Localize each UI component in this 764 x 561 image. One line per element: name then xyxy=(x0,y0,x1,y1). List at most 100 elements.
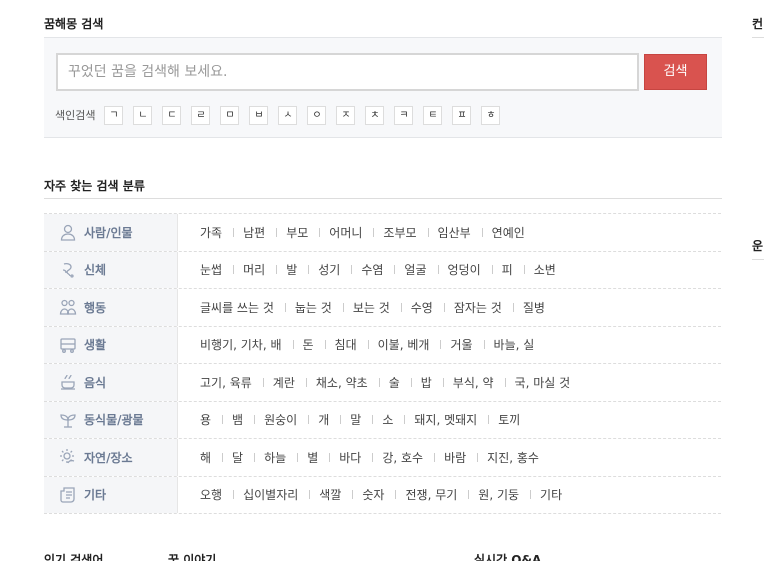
category-header[interactable]: 신체 xyxy=(44,251,178,288)
category-item-link[interactable]: 비행기, 기차, 배 xyxy=(200,336,294,353)
index-key[interactable]: ㅅ xyxy=(278,105,298,125)
index-key[interactable]: ㄷ xyxy=(162,105,182,125)
category-item-link[interactable]: 국, 마실 것 xyxy=(515,374,583,391)
category-item-link[interactable]: 용 xyxy=(200,411,224,428)
category-item-link[interactable]: 바다 xyxy=(339,449,374,466)
category-item-link[interactable]: 가족 xyxy=(200,224,235,241)
category-item-link[interactable]: 오행 xyxy=(200,486,235,503)
category-item-link[interactable]: 말 xyxy=(350,411,374,428)
index-key[interactable]: ㅊ xyxy=(365,105,385,125)
category-item-link[interactable]: 잠자는 것 xyxy=(454,299,514,316)
category-item-link[interactable]: 발 xyxy=(286,261,310,278)
index-key[interactable]: ㅁ xyxy=(220,105,240,125)
search-button[interactable]: 검색 xyxy=(644,54,707,90)
category-item-link[interactable]: 임산부 xyxy=(438,224,483,241)
category-item-link[interactable]: 전쟁, 무기 xyxy=(405,486,470,503)
index-key[interactable]: ㅈ xyxy=(336,105,356,125)
category-items: 오행 십이별자리 색깔 숫자 전쟁, 무기 원, 기둥 기타 xyxy=(178,477,583,514)
index-key[interactable]: ㅍ xyxy=(452,105,472,125)
index-key[interactable]: ㅋ xyxy=(394,105,414,125)
category-item-link[interactable]: 침대 xyxy=(335,336,369,353)
category-item-link[interactable]: 보는 것 xyxy=(353,299,402,316)
category-item-link[interactable]: 채소, 약초 xyxy=(316,374,380,391)
category-item-link[interactable]: 색깔 xyxy=(319,486,354,503)
category-row: 행동 글씨를 쓰는 것 눕는 것 보는 것 수영 잠자는 것 질병 xyxy=(44,289,721,327)
category-table: 사람/인물 가족 남편 부모 어머니 조부모 임산부 연예인신체 눈썹 머리 발 성기 수염 얼굴 엉덩이 피… xyxy=(44,213,721,514)
category-item-link[interactable]: 머리 xyxy=(243,261,278,278)
category-item-link[interactable]: 별 xyxy=(307,449,331,466)
category-item-link[interactable]: 부모 xyxy=(286,224,321,241)
category-header[interactable]: 생활 xyxy=(44,326,178,363)
nature-icon xyxy=(58,447,78,467)
category-item-link[interactable]: 글씨를 쓰는 것 xyxy=(200,299,286,316)
category-items: 글씨를 쓰는 것 눕는 것 보는 것 수영 잠자는 것 질병 xyxy=(178,289,566,326)
category-item-link[interactable]: 성기 xyxy=(318,261,353,278)
category-item-link[interactable]: 원, 기둥 xyxy=(478,486,531,503)
category-item-link[interactable]: 원숭이 xyxy=(264,411,310,428)
index-key[interactable]: ㄹ xyxy=(191,105,211,125)
category-item-link[interactable]: 소 xyxy=(382,411,406,428)
body-icon xyxy=(58,260,78,280)
category-item-link[interactable]: 개 xyxy=(318,411,342,428)
index-search-label: 색인검색 xyxy=(55,109,96,122)
category-header[interactable]: 행동 xyxy=(44,289,178,326)
dream-search-input[interactable]: 꾸었던 꿈을 검색해 보세요. xyxy=(56,53,639,91)
category-header[interactable]: 음식 xyxy=(44,364,178,401)
index-search-row: 색인검색 ㄱ ㄴ ㄷ ㄹ ㅁ ㅂ ㅅ ㅇ ㅈ ㅊ ㅋ ㅌ ㅍ ㅎ xyxy=(55,104,510,126)
index-key[interactable]: ㅇ xyxy=(307,105,327,125)
index-key[interactable]: ㄱ xyxy=(104,105,124,125)
category-item-link[interactable]: 눈썹 xyxy=(200,261,235,278)
category-item-link[interactable]: 피 xyxy=(502,261,525,278)
category-item-link[interactable]: 십이별자리 xyxy=(243,486,311,503)
category-row: 자연/장소 해 달 하늘 별 바다 강, 호수 바람 지진, 홍수 xyxy=(44,439,721,477)
category-item-link[interactable]: 소변 xyxy=(534,261,568,278)
category-item-link[interactable]: 어머니 xyxy=(329,224,375,241)
category-item-link[interactable]: 부식, 약 xyxy=(453,374,506,391)
category-item-link[interactable]: 돼지, 멧돼지 xyxy=(414,411,490,428)
category-item-link[interactable]: 얼굴 xyxy=(404,261,439,278)
category-item-link[interactable]: 술 xyxy=(389,374,412,391)
plant-icon xyxy=(58,410,78,430)
category-item-link[interactable]: 기타 xyxy=(540,486,574,503)
category-item-link[interactable]: 밥 xyxy=(421,374,444,391)
index-key[interactable]: ㅌ xyxy=(423,105,443,125)
category-row: 동식물/광물 용 뱀 원숭이 개 말 소 돼지, 멧돼지 토끼 xyxy=(44,401,721,439)
category-item-link[interactable]: 고기, 육류 xyxy=(200,374,264,391)
category-item-link[interactable]: 해 xyxy=(200,449,224,466)
category-item-link[interactable]: 바람 xyxy=(444,449,479,466)
category-item-link[interactable]: 수염 xyxy=(361,261,396,278)
dream-story-title: 꿈 이야기 xyxy=(168,553,217,561)
category-item-link[interactable]: 돈 xyxy=(303,336,326,353)
category-header[interactable]: 자연/장소 xyxy=(44,439,178,476)
category-item-link[interactable]: 남편 xyxy=(243,224,278,241)
scroll-icon xyxy=(58,485,78,505)
category-item-link[interactable]: 달 xyxy=(232,449,256,466)
category-header[interactable]: 동식물/광물 xyxy=(44,401,178,438)
category-item-link[interactable]: 강, 호수 xyxy=(382,449,435,466)
category-item-link[interactable]: 질병 xyxy=(523,299,557,316)
category-item-link[interactable]: 엉덩이 xyxy=(448,261,493,278)
category-header[interactable]: 사람/인물 xyxy=(44,214,178,251)
category-item-link[interactable]: 조부모 xyxy=(383,224,429,241)
category-item-link[interactable]: 바늘, 실 xyxy=(494,336,547,353)
category-item-link[interactable]: 뱀 xyxy=(232,411,256,428)
category-name: 자연/장소 xyxy=(84,450,133,465)
category-item-link[interactable]: 하늘 xyxy=(264,449,299,466)
person-icon xyxy=(58,222,78,242)
category-row: 사람/인물 가족 남편 부모 어머니 조부모 임산부 연예인 xyxy=(44,214,721,252)
category-header[interactable]: 기타 xyxy=(44,476,178,513)
frequent-section-title: 자주 찾는 검색 분류 xyxy=(44,179,145,193)
category-item-link[interactable]: 숫자 xyxy=(362,486,397,503)
category-item-link[interactable]: 지진, 홍수 xyxy=(487,449,551,466)
category-row: 신체 눈썹 머리 발 성기 수염 얼굴 엉덩이 피 소변 xyxy=(44,251,721,289)
category-item-link[interactable]: 눕는 것 xyxy=(295,299,344,316)
index-key[interactable]: ㅂ xyxy=(249,105,269,125)
category-item-link[interactable]: 수영 xyxy=(411,299,445,316)
category-item-link[interactable]: 계란 xyxy=(273,374,307,391)
category-item-link[interactable]: 거울 xyxy=(450,336,485,353)
category-item-link[interactable]: 연예인 xyxy=(492,224,537,241)
index-key[interactable]: ㅎ xyxy=(481,105,501,125)
index-key[interactable]: ㄴ xyxy=(133,105,153,125)
category-item-link[interactable]: 토끼 xyxy=(498,411,532,428)
category-item-link[interactable]: 이불, 베개 xyxy=(378,336,442,353)
